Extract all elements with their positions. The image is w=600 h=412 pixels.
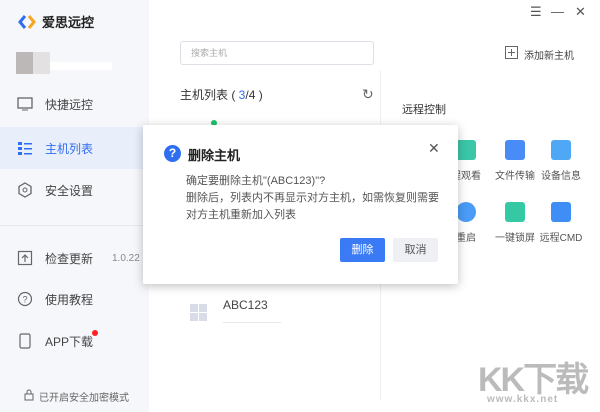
tool-label: 远程CMD <box>539 233 583 244</box>
question-icon: ? <box>164 145 181 162</box>
divider <box>0 225 149 226</box>
device-info-icon <box>551 140 571 160</box>
tool-label: 重启 <box>456 233 476 244</box>
search-input[interactable]: 搜索主机 <box>180 41 374 65</box>
sidebar-item-host-list[interactable]: 主机列表 <box>0 127 149 169</box>
file-transfer-icon <box>505 140 525 160</box>
host-underline <box>223 322 281 323</box>
menu-button[interactable]: ☰ <box>530 4 542 20</box>
plus-icon <box>505 46 518 62</box>
shield-hexagon-icon <box>17 182 33 198</box>
sidebar-item-tutorial[interactable]: ? 使用教程 <box>0 278 149 320</box>
tool-remote-cmd[interactable]: 远程CMD <box>531 202 591 244</box>
app-logo: 爱思远控 <box>18 12 94 31</box>
upload-icon <box>17 250 33 266</box>
tool-label: 一键锁屏 <box>495 233 535 244</box>
lock-screen-icon <box>505 202 525 222</box>
avatar[interactable] <box>16 52 50 74</box>
windows-icon <box>190 304 207 321</box>
list-icon <box>17 140 33 156</box>
security-mode-status: 已开启安全加密模式 <box>24 389 129 404</box>
total-count: /4 ) <box>245 88 263 102</box>
dialog-title: 删除主机 <box>188 148 241 163</box>
remote-control-title: 远程控制 <box>402 104 446 116</box>
add-host-label: 添加新主机 <box>524 50 574 62</box>
sidebar: 爱思远控 快捷远控 主机列表 安全设置 检查更新 1.0.22 ? 使用教程 A… <box>0 0 149 412</box>
sidebar-item-check-update[interactable]: 检查更新 1.0.22 <box>0 237 149 279</box>
dialog-warning: 删除后，列表内不再显示对方主机，如需恢复则需要对方主机重新加入列表 <box>186 192 439 221</box>
close-icon[interactable]: ✕ <box>428 140 440 157</box>
logo-icon <box>18 14 36 29</box>
sidebar-item-label: 快捷远控 <box>45 97 94 112</box>
dialog-question: 确定要删除主机"(ABC123)"? <box>186 175 326 187</box>
svg-text:?: ? <box>22 295 27 305</box>
watermark-url: www.kkx.net <box>487 394 559 405</box>
add-host-button[interactable]: 添加新主机 <box>505 46 574 62</box>
sidebar-item-label: 安全设置 <box>45 183 94 198</box>
sidebar-item-label: APP下载 <box>45 334 94 349</box>
refresh-icon[interactable]: ↻ <box>362 86 374 103</box>
security-mode-label: 已开启安全加密模式 <box>39 393 129 404</box>
username-blurred <box>50 62 112 70</box>
sidebar-item-label: 检查更新 <box>45 251 94 266</box>
restart-icon <box>456 202 476 222</box>
cancel-button[interactable]: 取消 <box>393 238 438 262</box>
tool-label: 设备信息 <box>541 171 581 182</box>
sidebar-item-label-wrap: APP下载 <box>45 329 99 350</box>
tool-device-info[interactable]: 设备信息 <box>531 140 591 182</box>
minimize-button[interactable]: — <box>551 4 564 19</box>
host-list-title: 主机列表 ( 3/4 ) <box>180 86 263 103</box>
sidebar-item-security[interactable]: 安全设置 <box>0 169 149 211</box>
eye-icon <box>456 140 476 160</box>
lock-icon <box>24 389 34 404</box>
tool-label: 文件传输 <box>495 171 535 182</box>
confirm-delete-button[interactable]: 删除 <box>340 238 385 262</box>
help-icon: ? <box>17 291 33 307</box>
version-label: 1.0.22 <box>112 252 140 264</box>
list-title-text: 主机列表 ( <box>180 88 239 102</box>
sidebar-item-label: 使用教程 <box>45 292 94 307</box>
sidebar-item-app-download[interactable]: APP下载 <box>0 320 149 362</box>
sidebar-item-label: 主机列表 <box>45 141 94 156</box>
sidebar-item-quick-remote[interactable]: 快捷远控 <box>0 83 149 125</box>
delete-host-dialog: ? 删除主机 ✕ 确定要删除主机"(ABC123)"? 删除后，列表内不再显示对… <box>143 125 458 284</box>
phone-icon <box>17 333 33 349</box>
app-title: 爱思远控 <box>42 15 95 30</box>
monitor-icon <box>17 96 33 112</box>
close-window-button[interactable]: ✕ <box>575 4 586 20</box>
notification-dot <box>92 329 99 336</box>
dialog-message: 确定要删除主机"(ABC123)"? 删除后，列表内不再显示对方主机，如需恢复则… <box>186 173 446 224</box>
terminal-icon <box>551 202 571 222</box>
host-item-name[interactable]: ABC123 <box>223 298 268 312</box>
